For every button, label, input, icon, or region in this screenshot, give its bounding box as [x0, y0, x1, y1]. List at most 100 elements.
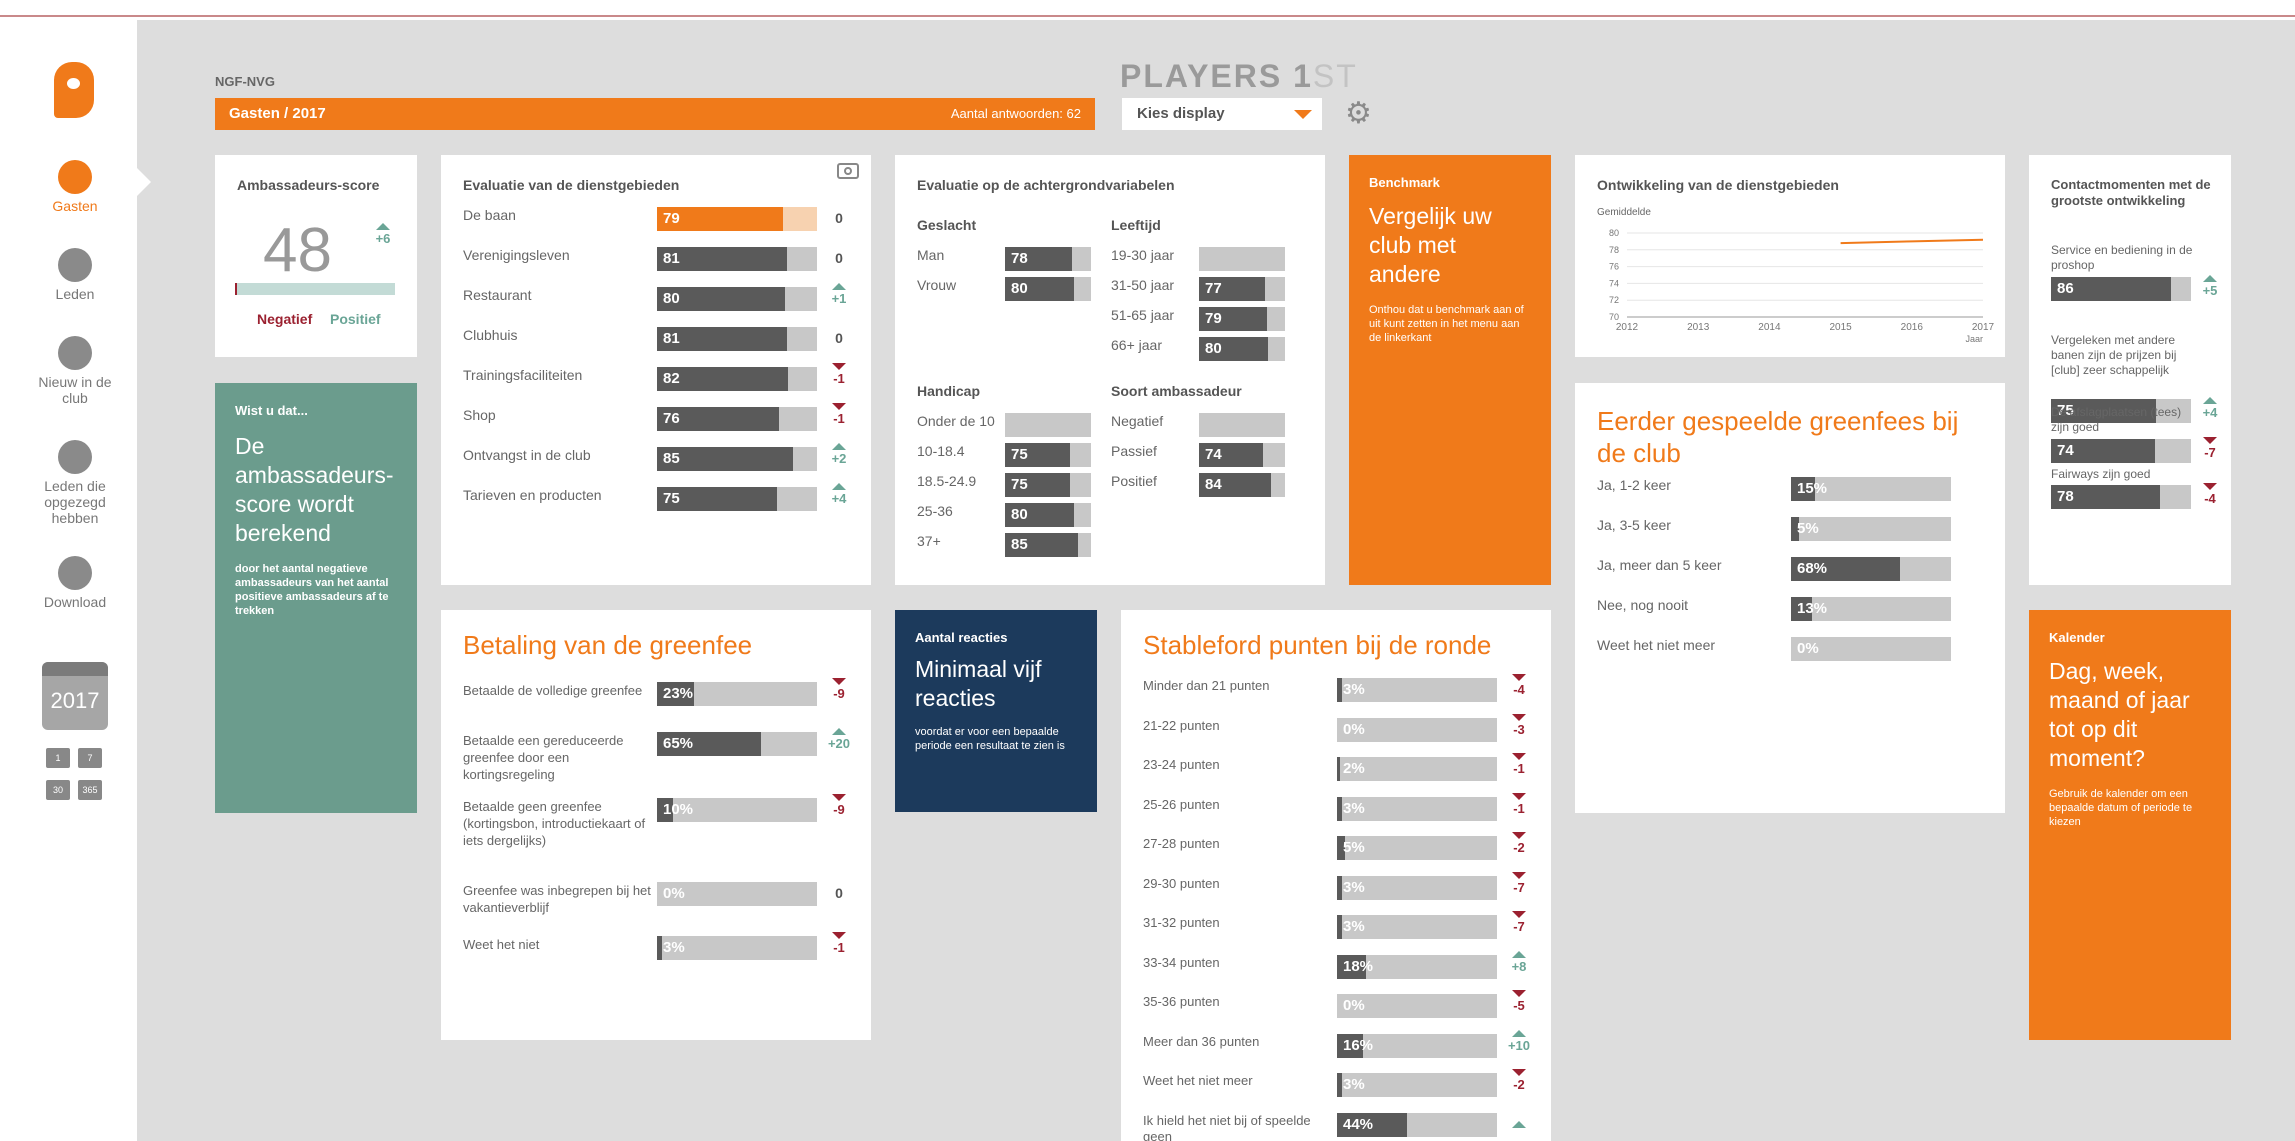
calendar-widget[interactable]: 2017	[42, 662, 108, 730]
stableford-change: -1	[1506, 793, 1532, 816]
service-bar-value: 85	[663, 450, 680, 467]
cal-btn-7[interactable]: 7	[78, 748, 102, 768]
stableford-bar-value: 3%	[1343, 681, 1365, 698]
payment-bar: 10%	[657, 798, 817, 822]
service-bar-value: 81	[663, 250, 680, 267]
development-chart: 70 72 74 76 78 80 2012 2013 2014 2015 2016 2017Jaar	[1609, 228, 1995, 344]
stableford-label: Minder dan 21 punten	[1143, 678, 1270, 693]
stableford-label: Ik hield het niet bij of speelde geen	[1143, 1112, 1311, 1141]
nav-nieuw[interactable]: Nieuw in de club	[0, 336, 150, 406]
ambassador-marker	[235, 283, 237, 295]
service-label: Ontvangst in de club	[463, 447, 591, 463]
contact-change: -4	[2197, 483, 2223, 506]
stableford-label: 23-24 punten	[1143, 757, 1220, 772]
info-card: Wist u dat... De ambassadeurs-score word…	[215, 383, 417, 813]
previous-bar: 15%	[1791, 477, 1951, 501]
handicap-label: Onder de 10	[917, 413, 995, 429]
stableford-bar-value: 44%	[1343, 1115, 1374, 1133]
previous-label: Nee, nog nooit	[1597, 597, 1689, 613]
geslacht-bar: 78	[1005, 247, 1091, 271]
calendar-card-text: Gebruik de kalender om een bepaalde datu…	[2049, 788, 2193, 828]
nav-opgezegd[interactable]: Leden die opgezegd hebben	[0, 440, 150, 526]
cal-btn-365[interactable]: 365	[78, 780, 102, 800]
calendar-card-heading: Dag, week, maand of jaar tot op dit mome…	[2049, 658, 2190, 771]
geslacht-label: Vrouw	[917, 277, 957, 293]
gear-icon[interactable]: ⚙	[1345, 98, 1377, 130]
contact-bar: 86	[2051, 277, 2191, 301]
payment-bar-value: 65%	[663, 735, 694, 752]
payment-label: Greenfee was inbegrepen bij het vakantie…	[463, 883, 651, 915]
cal-btn-30[interactable]: 30	[46, 780, 70, 800]
payment-bar: 0%	[657, 882, 817, 906]
nav-leden[interactable]: Leden	[0, 248, 150, 302]
calendar-year: 2017	[50, 688, 100, 713]
service-label: Verenigingsleven	[463, 247, 570, 263]
stableford-label: 29-30 punten	[1143, 875, 1220, 891]
nav-gasten[interactable]: Gasten	[0, 160, 150, 214]
payment-label: Betaalde geen greenfee (kortingsbon, int…	[463, 799, 646, 848]
stableford-bar: 44%	[1337, 1112, 1497, 1137]
x-tick-label: 2015	[1829, 322, 1852, 333]
stableford-bar-value: 16%	[1343, 1036, 1374, 1054]
x-axis-label: Jaar	[1965, 334, 1983, 344]
payment-change: +20	[826, 728, 852, 751]
leeftijd-bar: 77	[1199, 277, 1285, 301]
contact-bar: 74	[2051, 439, 2191, 463]
info-text: door het aantal negatieve ambassadeurs v…	[235, 563, 389, 617]
display-select[interactable]: Kies display	[1122, 98, 1322, 130]
payment-bar-value: 10%	[663, 801, 694, 818]
y-tick-label: 76	[1609, 262, 1619, 272]
nav-download[interactable]: Download	[0, 556, 150, 610]
contact-title: Contactmomenten met de grootste ontwikke…	[2051, 177, 2211, 208]
leeftijd-label: 31-50 jaar	[1111, 277, 1175, 293]
soort-label: Passief	[1111, 443, 1157, 459]
service-bar: 76	[657, 407, 817, 431]
payment-bar-value: 3%	[663, 939, 685, 956]
stableford-change: -2	[1506, 832, 1532, 855]
stableford-bar-fill	[1337, 915, 1342, 939]
previous-bar-value: 15%	[1797, 480, 1828, 497]
leeftijd-bar-value: 80	[1205, 340, 1222, 357]
stableford-bar-value: 3%	[1343, 1076, 1365, 1093]
service-change: 0	[835, 330, 843, 346]
top-divider	[0, 15, 2295, 17]
ambassador-card: Ambassadeurs-score 48 +6 Negatief Positi…	[215, 155, 417, 357]
stableford-label: Weet het niet meer	[1143, 1073, 1253, 1088]
service-change: 0	[835, 210, 843, 226]
stableford-bar: 16%	[1337, 1033, 1497, 1058]
contact-change: +5	[2197, 275, 2223, 298]
y-tick-label: 80	[1609, 228, 1619, 238]
stableford-change: -4	[1506, 674, 1532, 697]
contact-bar-value: 78	[2057, 488, 2074, 505]
geslacht-bar-value: 80	[1011, 280, 1028, 297]
service-bar: 81	[657, 247, 817, 271]
handicap-label: 37+	[917, 533, 941, 549]
stableford-bar-value: 3%	[1343, 799, 1365, 817]
soort-bar: 74	[1199, 443, 1285, 467]
y-tick-label: 74	[1609, 278, 1619, 288]
service-change: -1	[826, 403, 852, 426]
payment-bar: 3%	[657, 936, 817, 960]
leeftijd-bar: 79	[1199, 307, 1285, 331]
payment-bar: 23%	[657, 682, 817, 706]
soort-label: Negatief	[1111, 413, 1164, 429]
service-bar-value: 76	[663, 410, 680, 427]
previous-bar: 68%	[1791, 557, 1951, 581]
benchmark-card: Benchmark Vergelijk uw club met andere O…	[1349, 155, 1551, 585]
service-change: +1	[826, 283, 852, 306]
service-bar-value: 80	[663, 290, 680, 307]
logo-icon[interactable]	[54, 62, 94, 118]
service-bar-value: 79	[663, 210, 680, 227]
camera-icon[interactable]	[837, 163, 859, 179]
chevron-down-icon[interactable]	[1284, 98, 1322, 130]
handicap-label: 18.5-24.9	[917, 473, 977, 489]
payment-change: -1	[826, 932, 852, 955]
x-tick-label: 2017	[1972, 322, 1995, 333]
stableford-bar: 3%	[1337, 1073, 1497, 1097]
development-card: Ontwikkeling van de dienstgebieden Gemid…	[1575, 155, 2005, 357]
stableford-label: 27-28 punten	[1143, 836, 1220, 851]
x-tick-label: 2014	[1758, 322, 1781, 333]
cal-btn-1[interactable]: 1	[46, 748, 70, 768]
benchmark-text: Onthou dat u benchmark aan of uit kunt z…	[1369, 304, 1524, 344]
x-tick-label: 2013	[1687, 322, 1710, 333]
